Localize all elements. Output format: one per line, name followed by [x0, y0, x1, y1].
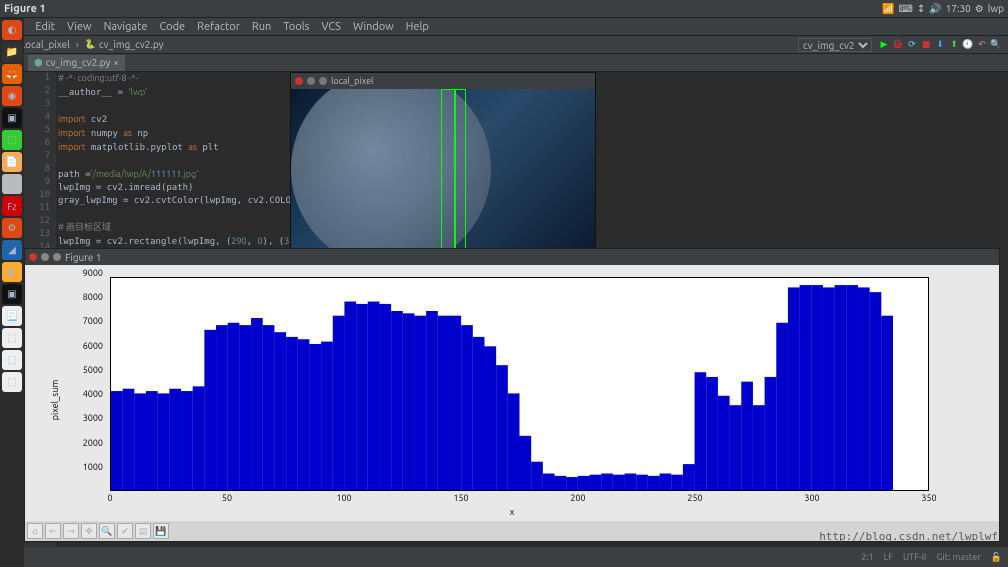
volume-icon[interactable]: 🔊 — [929, 3, 941, 15]
menu-run[interactable]: Run — [252, 21, 271, 33]
run-icon[interactable]: ▶ — [878, 39, 890, 51]
menu-tools[interactable]: Tools — [283, 21, 309, 33]
debug-icon[interactable]: 🐞 — [892, 39, 904, 51]
launcher-app2-icon[interactable]: 📄 — [2, 152, 22, 172]
close-icon[interactable]: × — [113, 57, 119, 68]
menu-edit[interactable]: Edit — [35, 21, 55, 33]
launcher-app5-icon[interactable]: ◐ — [2, 262, 22, 282]
menu-refactor[interactable]: Refactor — [197, 21, 240, 33]
history-icon[interactable]: 🕘 — [962, 39, 974, 51]
image-window[interactable]: local_pixel — [290, 72, 596, 258]
close-icon[interactable] — [29, 253, 37, 261]
status-branch[interactable]: Git: master — [937, 552, 981, 562]
network-icon[interactable]: ↕ — [917, 3, 925, 15]
pan-icon[interactable]: ✥ — [81, 523, 97, 539]
y-axis-ticks: 100020003000400050006000700080009000 — [75, 273, 105, 491]
keyboard-icon[interactable]: ⌨ — [898, 3, 912, 15]
menu-code[interactable]: Code — [159, 21, 185, 33]
system-tray: 📶 ⌨ ↕ 🔊 17:30 ⚙ lwp — [882, 3, 1004, 15]
launcher-app7-icon[interactable]: 📃 — [2, 306, 22, 326]
ide-menubar: File Edit View Navigate Code Refactor Ru… — [0, 18, 1008, 36]
bar-chart — [111, 278, 928, 490]
figure-titlebar[interactable]: Figure 1 — [25, 249, 999, 265]
launcher-app8-icon[interactable]: ⬚ — [2, 328, 22, 348]
lock-icon[interactable]: 🔓 — [991, 552, 1002, 563]
image-window-title: local_pixel — [331, 76, 373, 86]
status-encoding[interactable]: UTF-8 — [903, 552, 927, 562]
watermark-text: http://blog.csdn.net/lwplwf — [819, 530, 998, 543]
clock[interactable]: 17:30 — [946, 3, 971, 14]
menu-view[interactable]: View — [67, 21, 92, 33]
editor-tabs: ⬢ cv_img_cv2.py × — [24, 54, 1008, 72]
user-label[interactable]: lwp — [988, 3, 1004, 14]
launcher-app1-icon[interactable]: ⬚ — [2, 130, 22, 150]
config-icon[interactable]: ✔ — [117, 523, 133, 539]
forward-icon[interactable]: → — [63, 523, 79, 539]
stop-icon[interactable]: ■ — [920, 39, 932, 51]
figure-title: Figure 1 — [65, 252, 101, 263]
launcher-app10-icon[interactable]: ⬚ — [2, 372, 22, 392]
back-icon[interactable]: ← — [45, 523, 61, 539]
detection-rect-1 — [441, 89, 455, 257]
status-position[interactable]: 2:1 — [861, 552, 873, 562]
run-config-select[interactable]: cv_img_cv2 — [798, 38, 872, 52]
launcher-ubuntu-icon[interactable]: ◉ — [2, 86, 22, 106]
unity-launcher: ◐ 📁 🦊 ◉ ▣ ⬚ 📄 ⬚ Fz ⚙ ◢ ◐ ▣ 📃 ⬚ ⬚ ⬚ — [0, 18, 24, 567]
rerun-icon[interactable]: ⟳ — [906, 39, 918, 51]
editor-tab-active[interactable]: ⬢ cv_img_cv2.py × — [28, 55, 125, 71]
menu-help[interactable]: Help — [406, 21, 429, 33]
menu-navigate[interactable]: Navigate — [104, 21, 148, 33]
save-icon[interactable]: 💾 — [153, 523, 169, 539]
minimize-icon[interactable] — [307, 77, 315, 85]
vcs-commit-icon[interactable]: ⬆ — [948, 39, 960, 51]
menu-window[interactable]: Window — [353, 21, 394, 33]
plot-canvas[interactable] — [110, 277, 929, 491]
launcher-app9-icon[interactable]: ⬚ — [2, 350, 22, 370]
launcher-app4-icon[interactable]: ◢ — [2, 240, 22, 260]
x-axis-ticks: 050100150200250300350 — [110, 493, 929, 505]
status-bar: ▣ 2:1 LF UTF-8 Git: master 🔓 — [0, 547, 1008, 567]
search-icon[interactable]: 🔍 — [990, 39, 1002, 51]
vcs-update-icon[interactable]: ⬇ — [934, 39, 946, 51]
figure-window[interactable]: Figure 1 pixel_sum 100020003000400050006… — [24, 248, 1000, 542]
breadcrumb-file[interactable]: cv_img_cv2.py — [85, 39, 164, 50]
menu-vcs[interactable]: VCS — [321, 21, 341, 33]
wifi-icon[interactable]: 📶 — [882, 3, 894, 15]
launcher-dash-icon[interactable]: ◐ — [2, 20, 22, 40]
revert-icon[interactable]: ↶ — [976, 39, 988, 51]
editor-tab-label: cv_img_cv2.py — [46, 57, 111, 68]
maximize-icon[interactable] — [319, 77, 327, 85]
image-canvas — [291, 89, 595, 257]
home-icon[interactable]: ⌂ — [27, 523, 43, 539]
launcher-settings-icon[interactable]: ⚙ — [2, 218, 22, 238]
gear-icon[interactable]: ⚙ — [975, 3, 984, 15]
launcher-files-icon[interactable]: 📁 — [2, 42, 22, 62]
close-icon[interactable] — [295, 77, 303, 85]
window-titlebar: Figure 1 📶 ⌨ ↕ 🔊 17:30 ⚙ lwp — [0, 0, 1008, 18]
window-title: Figure 1 — [4, 3, 882, 15]
detection-rect-2 — [455, 89, 466, 257]
chevron-right-icon: › — [76, 39, 79, 50]
minimize-icon[interactable] — [41, 253, 49, 261]
launcher-filezilla-icon[interactable]: Fz — [2, 196, 22, 216]
subplots-icon[interactable]: ▤ — [135, 523, 151, 539]
maximize-icon[interactable] — [53, 253, 61, 261]
launcher-firefox-icon[interactable]: 🦊 — [2, 64, 22, 84]
python-icon: ⬢ — [34, 57, 43, 69]
x-axis-label: x — [25, 507, 999, 517]
image-window-titlebar[interactable]: local_pixel — [291, 73, 595, 89]
zoom-icon[interactable]: 🔍 — [99, 523, 115, 539]
launcher-app3-icon[interactable]: ⬚ — [2, 174, 22, 194]
launcher-terminal-icon[interactable]: ▣ — [2, 108, 22, 128]
y-axis-label: pixel_sum — [50, 380, 60, 420]
breadcrumb-bar: Local_pixel › cv_img_cv2.py cv_img_cv2 ▶… — [0, 36, 1008, 54]
status-sep[interactable]: LF — [884, 552, 893, 562]
launcher-app6-icon[interactable]: ▣ — [2, 284, 22, 304]
